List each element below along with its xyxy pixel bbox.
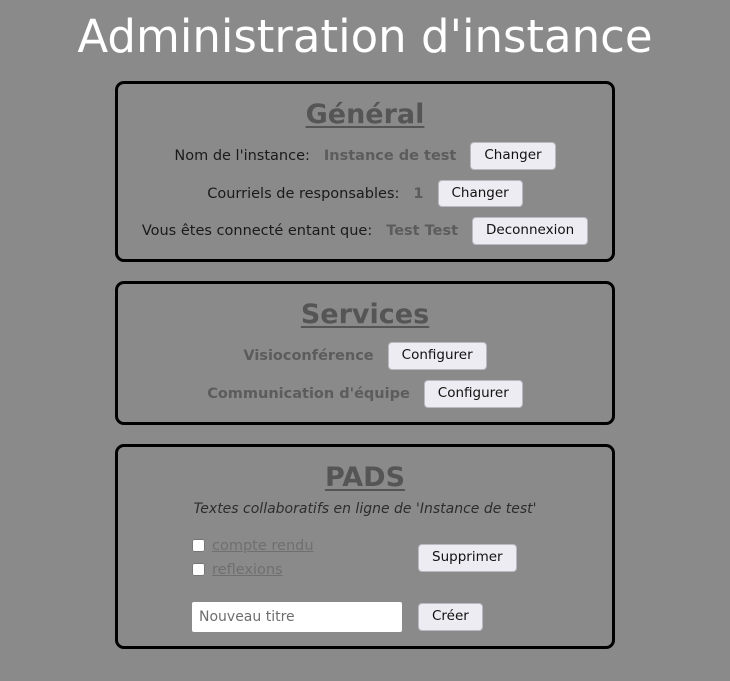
admin-emails-value: 1: [413, 185, 424, 202]
instance-name-value: Instance de test: [323, 147, 457, 164]
list-item: reflexions: [192, 562, 402, 578]
logged-in-user-value: Test Test: [386, 223, 459, 240]
pad-link-compte-rendu[interactable]: compte rendu: [212, 538, 314, 554]
new-pad-title-input[interactable]: [192, 601, 402, 632]
pads-delete-action: Supprimer: [418, 543, 538, 572]
configure-team-communication-button[interactable]: Configurer: [423, 379, 523, 408]
list-item: compte rendu: [192, 538, 402, 554]
logout-button[interactable]: Deconnexion: [472, 217, 589, 246]
pad-checkbox-reflexions[interactable]: [192, 563, 205, 577]
configure-videoconference-button[interactable]: Configurer: [387, 342, 487, 370]
general-card-title: Général: [305, 99, 425, 130]
pads-card-title: PADS: [324, 461, 406, 493]
pads-create-row: Créer: [132, 601, 598, 632]
service-name-team-communication: Communication d'équipe: [207, 385, 410, 402]
delete-pads-button[interactable]: Supprimer: [418, 543, 517, 572]
admin-emails-label: Courriels de responsables:: [207, 185, 400, 202]
admin-page: Administration d'instance Général Nom de…: [0, 0, 730, 681]
services-card-title: Services: [300, 299, 430, 331]
pads-body: compte rendu reflexions Supprimer: [132, 538, 598, 578]
service-row-team-communication: Communication d'équipe Configurer: [132, 379, 598, 408]
instance-name-label: Nom de l'instance:: [174, 147, 310, 164]
pad-link-reflexions[interactable]: reflexions: [212, 562, 283, 578]
service-name-videoconference: Visioconférence: [243, 347, 374, 364]
instance-name-row: Nom de l'instance: Instance de test Chan…: [132, 141, 598, 170]
create-pad-button[interactable]: Créer: [418, 602, 483, 631]
service-row-videoconference: Visioconférence Configurer: [132, 342, 598, 370]
page-title: Administration d'instance: [77, 10, 653, 63]
change-instance-name-button[interactable]: Changer: [470, 141, 556, 170]
pads-list: compte rendu reflexions: [192, 538, 402, 578]
pads-card: PADS Textes collaboratifs en ligne de 'I…: [115, 443, 615, 649]
logged-in-user-row: Vous êtes connecté entant que: Test Test…: [132, 217, 598, 246]
general-card: Général Nom de l'instance: Instance de t…: [115, 81, 615, 263]
pads-create-action: Créer: [418, 602, 538, 631]
pads-card-subtitle: Textes collaboratifs en ligne de 'Instan…: [193, 501, 537, 518]
pad-checkbox-compte-rendu[interactable]: [192, 539, 205, 553]
logged-in-user-label: Vous êtes connecté entant que:: [141, 223, 373, 240]
admin-emails-row: Courriels de responsables: 1 Changer: [132, 179, 598, 208]
change-admin-emails-button[interactable]: Changer: [437, 179, 523, 208]
services-card: Services Visioconférence Configurer Comm…: [115, 281, 615, 425]
